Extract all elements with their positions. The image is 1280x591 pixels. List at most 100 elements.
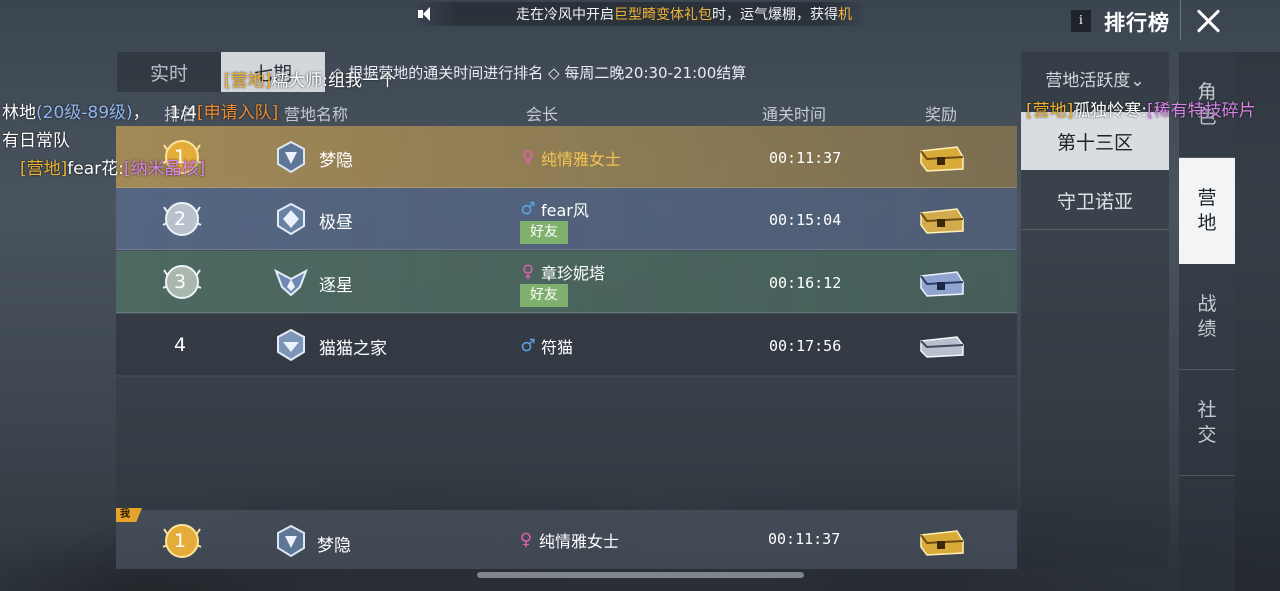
- apply-join-link[interactable]: [申请入队]: [197, 103, 278, 123]
- gold-chest-icon[interactable]: [917, 143, 965, 173]
- nav-camp[interactable]: 营 地: [1179, 158, 1235, 264]
- col-leader: 会长: [526, 105, 559, 124]
- tab-realtime[interactable]: 实时: [117, 52, 221, 92]
- nav-label: 地: [1197, 211, 1217, 234]
- item-link[interactable]: [稀有特技碎片: [1147, 101, 1256, 121]
- leader[interactable]: ♂ 符猫: [520, 334, 573, 358]
- nav-label: 绩: [1197, 317, 1217, 340]
- nav-label: 战: [1197, 292, 1217, 315]
- camp-emblem-icon: [274, 268, 308, 297]
- blue-chest-icon[interactable]: [917, 268, 965, 298]
- chat-channel-tag: [营地]: [20, 159, 68, 179]
- camp-name: 梦隐: [317, 536, 351, 556]
- speaker-icon: [416, 6, 438, 22]
- clear-time: 00:11:37: [769, 149, 842, 167]
- chat-sender: fear花: [67, 159, 119, 179]
- clear-time: 00:16:12: [769, 274, 842, 292]
- chat-sender: 孤独怜寒: [1073, 101, 1142, 121]
- nav-label: 社: [1197, 398, 1217, 421]
- leader-name: 符猫: [541, 338, 574, 357]
- chat-sender: 糯大师: [271, 71, 323, 91]
- female-icon: ♀: [521, 262, 535, 282]
- horizontal-scrollbar[interactable]: [477, 572, 804, 578]
- leader[interactable]: ♂ fear风: [520, 197, 589, 221]
- page-title: 排行榜: [1104, 11, 1170, 35]
- female-icon: ♀: [519, 530, 533, 550]
- leader-name: fear风: [541, 201, 589, 220]
- friend-badge: 好友: [520, 221, 568, 244]
- leader-name: 纯情雅女士: [541, 150, 622, 169]
- zone-item[interactable]: 守卫诺亚: [1021, 172, 1169, 230]
- me-tag: 我: [116, 508, 142, 522]
- announcement-marquee: 走在冷风中开启 巨型畸变体礼包 时，运气爆棚，获得 机: [412, 2, 868, 26]
- edge-panel: [1235, 52, 1280, 591]
- chat-text: 组我一个: [328, 71, 396, 91]
- item-link[interactable]: [纳米晶核]: [124, 159, 205, 179]
- col-camp: 营地名称: [284, 105, 349, 124]
- camp-name: 逐星: [319, 276, 353, 296]
- chat-channel-tag: [营地]: [224, 71, 272, 91]
- chat-message[interactable]: [营地]糯大师:组我一个: [224, 66, 396, 91]
- male-icon: ♂: [520, 336, 536, 356]
- chat-message[interactable]: 有日常队: [2, 126, 70, 151]
- leader-name: 章珍妮塔: [541, 264, 606, 283]
- right-nav: 角 色 营 地 战 绩 社 交: [1179, 52, 1235, 591]
- nav-record[interactable]: 战 绩: [1179, 264, 1235, 370]
- chat-message[interactable]: [营地]fear花:[纳米晶核]: [20, 154, 205, 179]
- col-reward: 奖励: [925, 105, 958, 124]
- marquee-highlight: 巨型畸变体礼包: [614, 7, 712, 23]
- camp-emblem-icon: [277, 524, 305, 558]
- rank-number: 1: [174, 530, 187, 552]
- chat-message[interactable]: 林地(20级-89级)， 1/4[申请入队]: [2, 98, 278, 123]
- clear-time: 00:11:37: [768, 530, 841, 548]
- marquee-tail: 机: [838, 7, 852, 23]
- table-row[interactable]: 2 极昼 ♂ fear风 好友 00:15:04: [116, 188, 1017, 250]
- gold-chest-icon[interactable]: [917, 527, 965, 557]
- my-camp-row[interactable]: 我 1 梦隐 ♀ 纯情雅女士 00:11:37: [116, 508, 1017, 569]
- clear-time: 00:15:04: [769, 211, 842, 229]
- chat-text: ，: [132, 103, 150, 123]
- camp-emblem-icon: [277, 328, 305, 362]
- rank-number: 4: [174, 334, 187, 356]
- nav-label: 交: [1197, 423, 1217, 446]
- camp-emblem-icon: [277, 140, 305, 174]
- chat-team-count: 1/4: [169, 103, 198, 123]
- marquee-text-before: 走在冷风中开启: [516, 7, 614, 23]
- rank-number: 2: [174, 208, 187, 230]
- table-row[interactable]: 4 猫猫之家 ♂ 符猫 00:17:56: [116, 314, 1017, 376]
- ranking-table: 排名 营地名称 会长 通关时间 奖励 1 梦隐 ♀ 纯情雅女士 00:11:37: [116, 96, 1017, 569]
- marquee-text-after: 时，运气爆棚，获得: [712, 7, 838, 23]
- table-row[interactable]: 1 梦隐 ♀ 纯情雅女士 00:11:37: [116, 126, 1017, 188]
- silver-chest-icon[interactable]: [917, 331, 965, 361]
- activity-filter-dropdown[interactable]: 营地活跃度⌄: [1021, 66, 1169, 91]
- info-button[interactable]: i: [1071, 10, 1091, 32]
- top-bar: 走在冷风中开启 巨型畸变体礼包 时，运气爆棚，获得 机 i 排行榜: [0, 0, 1280, 40]
- clear-time: 00:17:56: [769, 337, 842, 355]
- chat-message[interactable]: [营地]孤独怜寒:[稀有特技碎片: [1026, 96, 1256, 121]
- camp-name: 梦隐: [319, 151, 353, 171]
- empty-list-area: [116, 377, 1017, 509]
- nav-label: 营: [1197, 186, 1217, 209]
- camp-emblem-icon: [277, 202, 305, 236]
- camp-name: 极昼: [319, 213, 353, 233]
- zone-panel: 营地活跃度⌄ 第十三区 守卫诺亚: [1021, 52, 1169, 570]
- camp-name: 猫猫之家: [319, 339, 387, 359]
- chat-channel-tag: [营地]: [1026, 101, 1074, 121]
- table-row[interactable]: 3 逐星 ♀ 章珍妮塔 好友 00:16:12: [116, 251, 1017, 313]
- close-icon[interactable]: [1193, 5, 1225, 37]
- chat-text: 有日常队: [2, 131, 70, 151]
- friend-badge: 好友: [520, 284, 568, 307]
- male-icon: ♂: [520, 199, 536, 219]
- leader[interactable]: ♀ 章珍妮塔: [520, 260, 605, 284]
- chat-level-range: (20级-89级): [36, 103, 133, 123]
- rank-number: 3: [174, 271, 187, 293]
- chat-text: 林地: [2, 103, 36, 123]
- nav-social[interactable]: 社 交: [1179, 370, 1235, 476]
- leader-name: 纯情雅女士: [539, 532, 620, 551]
- leader[interactable]: ♀ 纯情雅女士: [518, 528, 619, 552]
- divider: [1180, 0, 1181, 40]
- leader[interactable]: ♀ 纯情雅女士: [520, 146, 621, 170]
- gold-chest-icon[interactable]: [917, 205, 965, 235]
- col-time: 通关时间: [762, 105, 827, 124]
- female-icon: ♀: [521, 148, 535, 168]
